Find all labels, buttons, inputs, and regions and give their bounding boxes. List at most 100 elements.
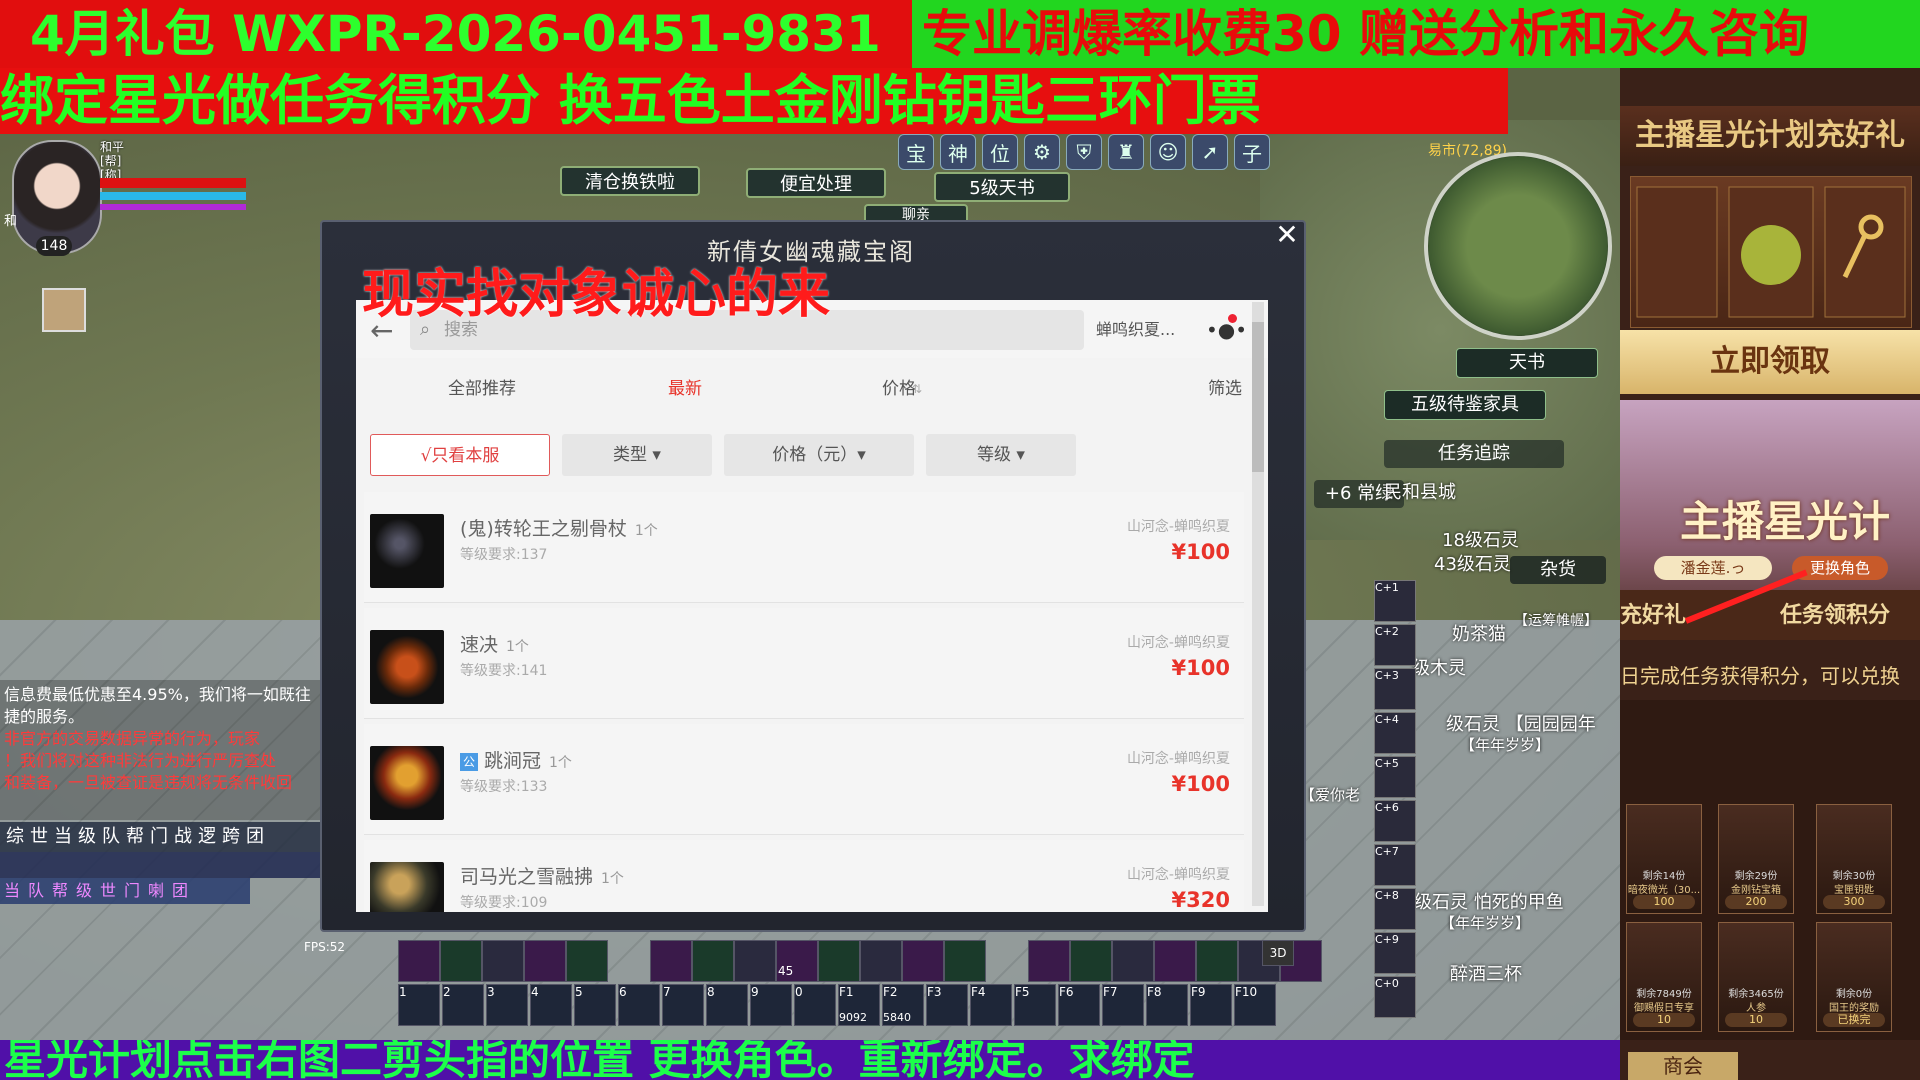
- hotbar-key-slot[interactable]: 0: [794, 984, 836, 1026]
- shop-item[interactable]: 剩余7849份 御赐假日专享 10: [1626, 922, 1702, 1032]
- hotbar-skill-slot[interactable]: [1196, 940, 1238, 982]
- tab-all-recommended[interactable]: 全部推荐: [448, 360, 516, 418]
- team-row[interactable]: 43级石灵: [1434, 550, 1511, 576]
- hotbar-skill-slot[interactable]: [482, 940, 524, 982]
- hotbar-key-slot[interactable]: 2: [442, 984, 484, 1026]
- hotbar-key-slot[interactable]: F2 5840: [882, 984, 924, 1026]
- team-row[interactable]: 【爱你老: [1300, 784, 1360, 805]
- team-row[interactable]: 【年年岁岁】: [1460, 734, 1550, 755]
- chip-type[interactable]: 类型 ▾: [562, 434, 712, 476]
- hotbar-skill-slot[interactable]: [398, 940, 440, 982]
- team-row[interactable]: 【年年岁岁】: [1440, 912, 1530, 933]
- hotbar-skill-slot[interactable]: [1028, 940, 1070, 982]
- hotbar-key-slot[interactable]: F1 9092: [838, 984, 880, 1026]
- team-row[interactable]: 民和县城: [1384, 478, 1456, 504]
- shop-item[interactable]: 剩余3465份 人参 10: [1718, 922, 1794, 1032]
- hotbar-key-slot[interactable]: F4: [970, 984, 1012, 1026]
- npc-label-cheap[interactable]: 便宜处理: [746, 168, 886, 198]
- shop-item[interactable]: 剩余30份 宝匣钥匙 300: [1816, 804, 1892, 914]
- companion-slot[interactable]: C+5: [1374, 756, 1416, 798]
- team-row[interactable]: 级木灵: [1412, 654, 1466, 680]
- tianshu-button[interactable]: 天书: [1456, 348, 1598, 378]
- companion-slot[interactable]: C+6: [1374, 800, 1416, 842]
- claim-now-button[interactable]: 立即领取: [1620, 330, 1920, 394]
- mask-icon[interactable]: ☺: [1150, 134, 1186, 170]
- hotbar-skill-slot[interactable]: [566, 940, 608, 982]
- tab-latest[interactable]: 最新: [668, 360, 702, 418]
- list-item[interactable]: 速决 1个 等级要求:141 山河念-蝉鸣织夏 ¥100: [364, 608, 1244, 719]
- shop-item[interactable]: 剩余14份 暗夜微光（30... 100: [1626, 804, 1702, 914]
- deity-icon[interactable]: 神: [940, 134, 976, 170]
- companion-slot[interactable]: C+1: [1374, 580, 1416, 622]
- companion-slot[interactable]: C+3: [1374, 668, 1416, 710]
- list-scroll-thumb[interactable]: [1252, 322, 1264, 472]
- hotbar-key-slot[interactable]: F9: [1190, 984, 1232, 1026]
- shop-item[interactable]: 剩余29份 金刚钻宝箱 200: [1718, 804, 1794, 914]
- hotbar-key-slot[interactable]: 8: [706, 984, 748, 1026]
- appraise-furniture-label[interactable]: 五级待鉴家具: [1384, 390, 1546, 420]
- hotbar-key-slot[interactable]: 7: [662, 984, 704, 1026]
- child-icon[interactable]: 子: [1234, 134, 1270, 170]
- chat-channel-filter[interactable]: 当队帮级世门喇团: [0, 878, 250, 904]
- chat-toolbar[interactable]: [0, 852, 320, 878]
- pk-stance[interactable]: 和: [4, 210, 17, 229]
- filter-button[interactable]: 筛选: [1208, 360, 1242, 418]
- hotbar-key-slot[interactable]: F3: [926, 984, 968, 1026]
- chat-channel-tabs[interactable]: 综世当级队帮门战逻跨团: [0, 822, 320, 852]
- team-row[interactable]: 级石灵 【园园园年: [1446, 710, 1596, 736]
- hotbar-key-slot[interactable]: 3: [486, 984, 528, 1026]
- hotbar-key-slot[interactable]: F8: [1146, 984, 1188, 1026]
- hotbar-key-slot[interactable]: 6: [618, 984, 660, 1026]
- hotbar-skill-slot[interactable]: [692, 940, 734, 982]
- team-row[interactable]: 【运筹帷幄】: [1514, 610, 1598, 630]
- hotbar-skill-slot[interactable]: [902, 940, 944, 982]
- more-menu-icon[interactable]: •●•: [1206, 310, 1247, 350]
- current-user[interactable]: 蝉鸣织夏...: [1096, 310, 1175, 350]
- hotbar-key-slot[interactable]: F10: [1234, 984, 1276, 1026]
- list-item[interactable]: (鬼)转轮王之剔骨杖 1个 等级要求:137 山河念-蝉鸣织夏 ¥100: [364, 492, 1244, 603]
- hotbar-skill-slot[interactable]: [944, 940, 986, 982]
- npc-label-level5-book[interactable]: 5级天书: [934, 172, 1070, 202]
- companion-slot[interactable]: C+7: [1374, 844, 1416, 886]
- hotbar-key-slot[interactable]: 1: [398, 984, 440, 1026]
- quest-track-header[interactable]: 任务追踪: [1384, 440, 1564, 468]
- hotbar-key-slot[interactable]: 9: [750, 984, 792, 1026]
- chip-only-this-server[interactable]: √只看本服: [370, 434, 550, 476]
- team-row[interactable]: 奶茶猫: [1452, 620, 1506, 646]
- shop-item[interactable]: 剩余0份 国王的奖励 已换完: [1816, 922, 1892, 1032]
- armor-icon[interactable]: ♜: [1108, 134, 1144, 170]
- chip-price-range[interactable]: 价格（元）▾: [724, 434, 914, 476]
- team-row[interactable]: 级石灵 怕死的甲鱼: [1414, 888, 1564, 914]
- chat-log[interactable]: 信息费最低优惠至4.95%，我们将一如既往 捷的服务。 非官方的交易数据异常的行…: [0, 680, 320, 820]
- companion-slot[interactable]: C+4: [1374, 712, 1416, 754]
- hotbar-skill-slot[interactable]: [734, 940, 776, 982]
- hotbar-skill-slot[interactable]: [818, 940, 860, 982]
- hotbar-key-slot[interactable]: F7: [1102, 984, 1144, 1026]
- chip-level[interactable]: 等级 ▾: [926, 434, 1076, 476]
- minimap[interactable]: [1424, 152, 1612, 340]
- hotbar-key-slot[interactable]: 4: [530, 984, 572, 1026]
- companion-slot[interactable]: C+8: [1374, 888, 1416, 930]
- rocket-icon[interactable]: ➚: [1192, 134, 1228, 170]
- tab-recharge-gift[interactable]: 充好礼: [1620, 598, 1686, 634]
- hotbar-key-slot[interactable]: 5: [574, 984, 616, 1026]
- team-row[interactable]: 18级石灵: [1442, 526, 1519, 552]
- hotbar-key-slot[interactable]: F5: [1014, 984, 1056, 1026]
- companion-slot[interactable]: C+0: [1374, 976, 1416, 1018]
- hotbar-key-slot[interactable]: F6: [1058, 984, 1100, 1026]
- companion-slot[interactable]: C+9: [1374, 932, 1416, 974]
- settings-icon[interactable]: ⚙: [1024, 134, 1060, 170]
- list-item[interactable]: 公跳涧冠 1个 等级要求:133 山河念-蝉鸣织夏 ¥100: [364, 724, 1244, 835]
- hotbar-skill-slot[interactable]: [860, 940, 902, 982]
- hotbar-skill-slot[interactable]: [1154, 940, 1196, 982]
- list-item[interactable]: 司马光之雪融拂 1个 等级要求:109 山河念-蝉鸣织夏 ¥320: [364, 840, 1244, 912]
- tab-chamber-of-commerce[interactable]: 商会: [1628, 1052, 1738, 1080]
- close-button[interactable]: ✕: [1274, 221, 1300, 249]
- hotbar-skill-slot[interactable]: [440, 940, 482, 982]
- companion-slot[interactable]: C+2: [1374, 624, 1416, 666]
- npc-label-warehouse[interactable]: 清仓换铁啦: [560, 166, 700, 196]
- pet-avatar[interactable]: [42, 288, 86, 332]
- hotbar-skill-slot[interactable]: [650, 940, 692, 982]
- toggle-3d-button[interactable]: 3D: [1262, 940, 1294, 966]
- shield-icon[interactable]: ⛨: [1066, 134, 1102, 170]
